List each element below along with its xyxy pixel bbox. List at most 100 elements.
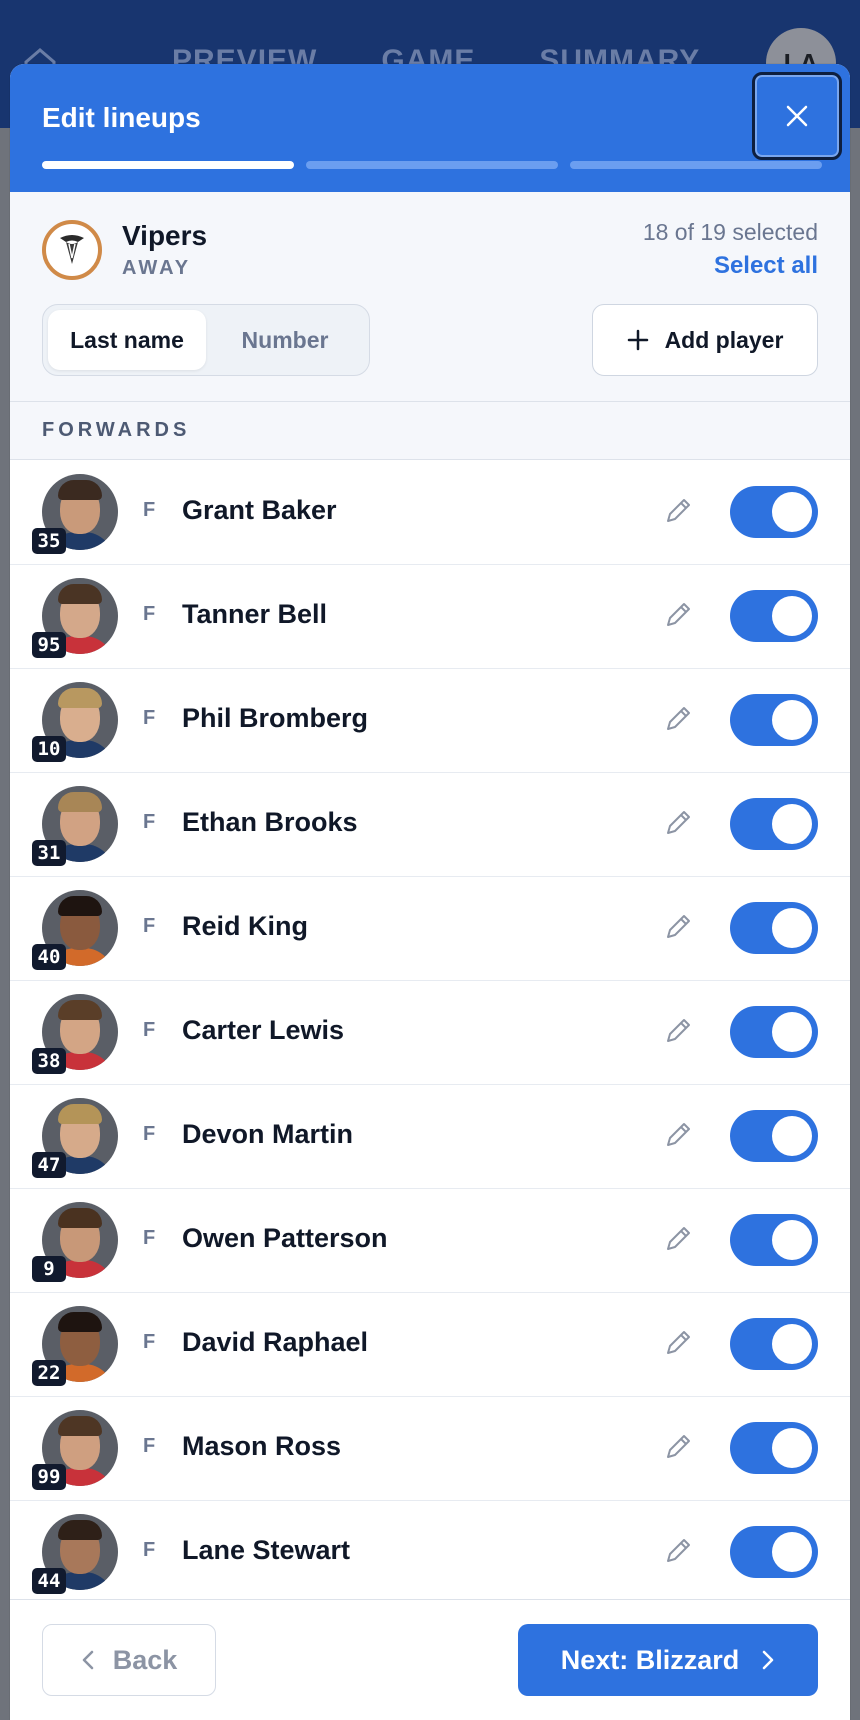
toggle-knob bbox=[772, 1324, 812, 1364]
edit-player-button[interactable] bbox=[658, 1115, 698, 1155]
modal-title: Edit lineups bbox=[42, 102, 201, 133]
edit-player-button[interactable] bbox=[658, 1531, 698, 1571]
player-row: 95 F Tanner Bell bbox=[10, 565, 850, 669]
player-row: 44 F Lane Stewart bbox=[10, 1501, 850, 1605]
player-name: Ethan Brooks bbox=[182, 807, 358, 837]
pencil-icon bbox=[667, 707, 690, 730]
player-name: Mason Ross bbox=[182, 1431, 342, 1461]
step-1 bbox=[42, 161, 294, 169]
back-button[interactable]: Back bbox=[42, 1624, 216, 1696]
player-position: F bbox=[143, 1227, 156, 1249]
sort-last-name[interactable]: Last name bbox=[48, 310, 206, 370]
player-position: F bbox=[143, 1019, 156, 1041]
pencil-icon bbox=[667, 1435, 690, 1458]
edit-player-button[interactable] bbox=[658, 1011, 698, 1051]
pencil-icon bbox=[667, 1123, 690, 1146]
player-number-badge: 44 bbox=[32, 1568, 66, 1594]
player-row: 99 F Mason Ross bbox=[10, 1397, 850, 1501]
player-name: Carter Lewis bbox=[182, 1015, 345, 1045]
player-row: 10 F Phil Bromberg bbox=[10, 669, 850, 773]
player-position: F bbox=[143, 811, 156, 833]
edit-lineups-modal: Edit lineups Vipers AWAY 18 of 19 select… bbox=[10, 64, 850, 1720]
pencil-icon bbox=[667, 603, 690, 626]
step-progress bbox=[42, 161, 822, 169]
add-player-label: Add player bbox=[664, 326, 784, 353]
toggle-knob bbox=[772, 700, 812, 740]
close-button[interactable] bbox=[752, 72, 842, 160]
player-active-toggle[interactable] bbox=[730, 1318, 818, 1370]
player-active-toggle[interactable] bbox=[730, 902, 818, 954]
edit-player-button[interactable] bbox=[658, 1323, 698, 1363]
sort-toggle: Last name Number bbox=[42, 304, 370, 376]
player-active-toggle[interactable] bbox=[730, 590, 818, 642]
section-forwards: FORWARDS bbox=[10, 402, 850, 460]
player-position: F bbox=[143, 1435, 156, 1457]
next-label: Next: Blizzard bbox=[560, 1644, 740, 1675]
edit-player-button[interactable] bbox=[658, 491, 698, 531]
player-name: Tanner Bell bbox=[182, 599, 328, 629]
player-row: 9 F Owen Patterson bbox=[10, 1189, 850, 1293]
toggle-knob bbox=[772, 1116, 812, 1156]
close-icon bbox=[786, 105, 808, 127]
edit-player-button[interactable] bbox=[658, 1219, 698, 1259]
player-number-badge: 47 bbox=[32, 1152, 66, 1178]
toggle-knob bbox=[772, 596, 812, 636]
plus-icon bbox=[627, 329, 648, 351]
vipers-logo-icon bbox=[60, 235, 84, 264]
player-position: F bbox=[143, 1331, 156, 1353]
toggle-knob bbox=[772, 1428, 812, 1468]
player-number-badge: 35 bbox=[32, 528, 66, 554]
player-row: 35 F Grant Baker bbox=[10, 461, 850, 565]
player-active-toggle[interactable] bbox=[730, 694, 818, 746]
team-name: Vipers bbox=[122, 220, 208, 251]
pencil-icon bbox=[667, 1227, 690, 1250]
player-active-toggle[interactable] bbox=[730, 1526, 818, 1578]
chevron-right-icon bbox=[763, 1650, 774, 1670]
player-active-toggle[interactable] bbox=[730, 798, 818, 850]
edit-player-button[interactable] bbox=[658, 907, 698, 947]
player-active-toggle[interactable] bbox=[730, 1214, 818, 1266]
player-name: Phil Bromberg bbox=[182, 703, 369, 733]
player-position: F bbox=[143, 1539, 156, 1561]
pencil-icon bbox=[667, 1539, 690, 1562]
player-number-badge: 95 bbox=[32, 632, 66, 658]
player-row: 22 F David Raphael bbox=[10, 1293, 850, 1397]
pencil-icon bbox=[667, 1331, 690, 1354]
player-name: David Raphael bbox=[182, 1327, 369, 1357]
pencil-icon bbox=[667, 1019, 690, 1042]
edit-player-button[interactable] bbox=[658, 595, 698, 635]
player-name: Owen Patterson bbox=[182, 1223, 388, 1253]
toggle-knob bbox=[772, 1220, 812, 1260]
player-row: 31 F Ethan Brooks bbox=[10, 773, 850, 877]
next-button[interactable]: Next: Blizzard bbox=[518, 1624, 818, 1696]
player-position: F bbox=[143, 499, 156, 521]
step-3 bbox=[570, 161, 822, 169]
select-all-link[interactable]: Select all bbox=[714, 252, 818, 280]
player-name: Reid King bbox=[182, 911, 308, 941]
edit-player-button[interactable] bbox=[658, 803, 698, 843]
toggle-knob bbox=[772, 804, 812, 844]
player-list: 35 F Grant Baker 95 F Tanner Bell 10 F P… bbox=[10, 461, 850, 1605]
player-active-toggle[interactable] bbox=[730, 1110, 818, 1162]
edit-player-button[interactable] bbox=[658, 699, 698, 739]
player-name: Lane Stewart bbox=[182, 1535, 351, 1565]
toggle-knob bbox=[772, 908, 812, 948]
player-active-toggle[interactable] bbox=[730, 486, 818, 538]
edit-player-button[interactable] bbox=[658, 1427, 698, 1467]
toggle-knob bbox=[772, 492, 812, 532]
player-active-toggle[interactable] bbox=[730, 1006, 818, 1058]
player-position: F bbox=[143, 1123, 156, 1145]
player-number-badge: 10 bbox=[32, 736, 66, 762]
add-player-button[interactable]: Add player bbox=[592, 304, 818, 376]
sort-number[interactable]: Number bbox=[206, 310, 364, 370]
player-active-toggle[interactable] bbox=[730, 1422, 818, 1474]
player-number-badge: 40 bbox=[32, 944, 66, 970]
team-side: AWAY bbox=[122, 257, 192, 279]
player-number-badge: 99 bbox=[32, 1464, 66, 1490]
toggle-knob bbox=[772, 1532, 812, 1572]
player-name: Grant Baker bbox=[182, 495, 337, 525]
player-number-badge: 31 bbox=[32, 840, 66, 866]
modal-footer: Back Next: Blizzard bbox=[10, 1599, 850, 1720]
team-logo bbox=[42, 220, 102, 280]
player-row: 47 F Devon Martin bbox=[10, 1085, 850, 1189]
